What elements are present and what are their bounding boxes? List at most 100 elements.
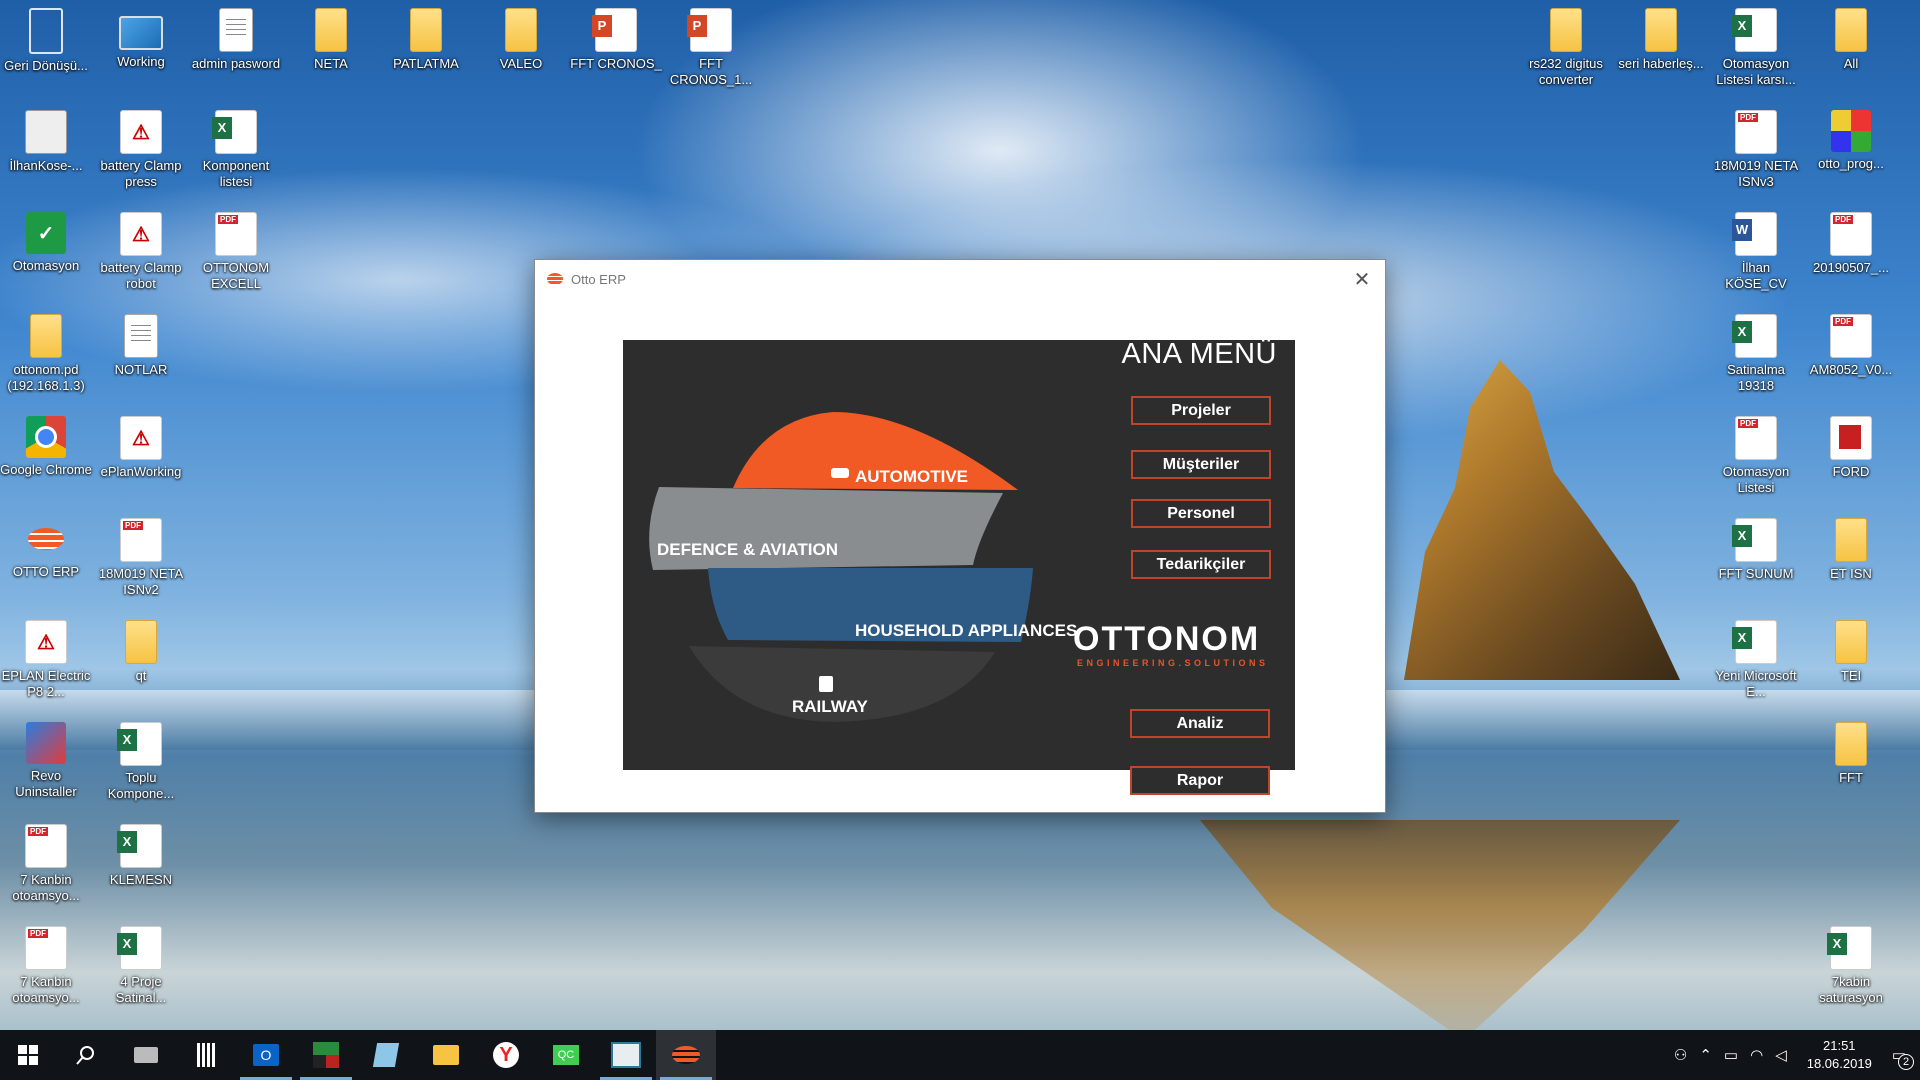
desktop-icon[interactable]: PATLATMA [380,8,472,72]
app-icon[interactable] [296,1030,356,1080]
desktop-icon-label: Otomasyon Listesi karsı... [1716,56,1796,87]
desktop-icon[interactable]: Otomasyon Listesi karsı... [1710,8,1802,88]
desktop-icon-label: Komponent listesi [202,158,270,189]
desktop-icon[interactable]: NOTLAR [95,314,187,378]
pdf-icon [1830,314,1872,358]
people-icon[interactable]: ⚇ [1674,1046,1687,1064]
outlook-icon[interactable]: O [236,1030,296,1080]
desktop-icon[interactable]: FFT CRONOS_ [570,8,662,72]
red-file-icon [1830,416,1872,460]
desktop-icon[interactable]: FFT [1805,722,1897,786]
desktop-icon-label: FORD [1832,464,1870,479]
desktop-icon-label: NOTLAR [114,362,168,377]
desktop-icon[interactable]: 18M019 NETA ISNv2 [95,518,187,598]
excel-icon [1732,314,1777,358]
folder-icon [315,8,347,52]
desktop-icon[interactable]: İlhan KÖSE_CV [1710,212,1802,292]
desktop-icon[interactable]: 18M019 NETA ISNv3 [1710,110,1802,190]
wifi-icon[interactable]: ◠ [1750,1046,1763,1064]
desktop-icon[interactable]: ✓ Otomasyon [0,212,92,274]
desktop-icon[interactable]: ottonom.pd (192.168.1.3) [0,314,92,394]
desktop-icon-label: battery Clamp robot [100,260,182,291]
desktop-icon[interactable]: VALEO [475,8,567,72]
desktop-icon[interactable]: İlhanKose-... [0,110,92,174]
desktop-icon[interactable]: otto_prog... [1805,110,1897,172]
desktop-icon-label: Otomasyon [12,258,80,273]
word-icon [1732,212,1777,256]
windows-start-icon[interactable] [0,1030,56,1080]
desktop-icon[interactable]: qt [95,620,187,684]
desktop-icon[interactable]: OTTO ERP [0,518,92,580]
battery-icon[interactable]: ▭ [1724,1046,1738,1064]
desktop-icon[interactable]: admin pasword [190,8,282,72]
search-icon[interactable] [56,1030,116,1080]
desktop-icon[interactable]: Revo Uninstaller [0,722,92,800]
desktop-icon[interactable]: TEI [1805,620,1897,684]
desktop-icon[interactable]: AM8052_V0... [1805,314,1897,378]
desktop-icon[interactable]: ⚠ battery Clamp press [95,110,187,190]
desktop-icon[interactable]: FFT CRONOS_1... [665,8,757,88]
desktop-icon[interactable]: OTTONOM EXCELL [190,212,282,292]
eplan-icon: ⚠ [120,416,162,460]
volume-icon[interactable]: ◁ [1775,1046,1787,1064]
personel-button[interactable]: Personel [1131,499,1271,528]
desktop-icon[interactable]: Toplu Kompone... [95,722,187,802]
file-explorer-icon[interactable] [416,1030,476,1080]
desktop-icon[interactable]: Yeni Microsoft E... [1710,620,1802,700]
desktop-icon[interactable]: 7kabin saturasyon [1805,926,1897,1006]
desktop-icon-label: Revo Uninstaller [15,768,77,799]
desktop-icon[interactable]: 7 Kanbin otoamsyo... [0,824,92,904]
desktop-icon[interactable]: rs232 digitus converter [1520,8,1612,88]
eplan-icon: ⚠ [120,110,162,154]
musteriler-button[interactable]: Müşteriler [1131,450,1271,479]
analiz-button[interactable]: Analiz [1130,709,1270,738]
window-titlebar[interactable]: Otto ERP ✕ [535,260,1385,298]
desktop-icon[interactable]: All [1805,8,1897,72]
desktop-icon[interactable]: 20190507_... [1805,212,1897,276]
qt-creator-icon[interactable]: QC [536,1030,596,1080]
powerpoint-icon [687,8,732,52]
close-button[interactable]: ✕ [1339,260,1385,298]
pdf-icon [25,926,67,970]
desktop-icon-label: FFT [1839,770,1863,785]
tedarikciler-button[interactable]: Tedarikçiler [1131,550,1271,579]
chevron-up-icon[interactable]: ⌃ [1699,1046,1712,1064]
desktop-icon[interactable]: Google Chrome [0,416,92,478]
desktop-icon[interactable]: Satinalma 19318 [1710,314,1802,394]
desktop-icon-label: İlhanKose-... [9,158,83,173]
desktop-icon[interactable]: ⚠ ePlanWorking [95,416,187,480]
rapor-button[interactable]: Rapor [1130,766,1270,795]
desktop-icon[interactable]: FFT SUNUM [1710,518,1802,582]
projeler-button[interactable]: Projeler [1131,396,1271,425]
otto-erp-taskbar-icon[interactable] [656,1030,716,1080]
calculator-icon[interactable] [176,1030,236,1080]
yandex-browser-icon[interactable]: Y [476,1030,536,1080]
excel-icon [1732,8,1777,52]
notification-icon[interactable]: ▭ 2 [1892,1046,1914,1070]
household-label: HOUSEHOLD APPLIANCES [855,621,1077,640]
desktop-icon[interactable]: Geri Dönüşü... [0,8,92,74]
notepad-icon[interactable] [356,1030,416,1080]
text-file-icon [124,314,158,358]
desktop-icon[interactable]: 7 Kanbin otoamsyo... [0,926,92,1006]
desktop-icon[interactable]: KLEMESN [95,824,187,888]
monitor-icon [119,16,163,50]
window-app-icon[interactable] [596,1030,656,1080]
desktop-icon[interactable]: ⚠ battery Clamp robot [95,212,187,292]
pdf-icon [1735,416,1777,460]
desktop-icon[interactable]: NETA [285,8,377,72]
window-title: Otto ERP [571,271,626,287]
printer-icon[interactable] [116,1030,176,1080]
desktop-icon[interactable]: Working [95,8,187,70]
desktop-icon[interactable]: ⚠ EPLAN Electric P8 2... [0,620,92,700]
desktop-icon-label: EPLAN Electric P8 2... [1,668,91,699]
desktop-icon[interactable]: ET ISN [1805,518,1897,582]
desktop-icon-label: PATLATMA [393,56,459,71]
excel-icon [117,824,162,868]
desktop-icon[interactable]: FORD [1805,416,1897,480]
desktop-icon[interactable]: Otomasyon Listesi [1710,416,1802,496]
clock[interactable]: 21:51 18.06.2019 [1807,1037,1872,1073]
desktop-icon[interactable]: Komponent listesi [190,110,282,190]
desktop-icon[interactable]: 4 Proje Satinal... [95,926,187,1006]
desktop-icon[interactable]: seri haberleş... [1615,8,1707,72]
